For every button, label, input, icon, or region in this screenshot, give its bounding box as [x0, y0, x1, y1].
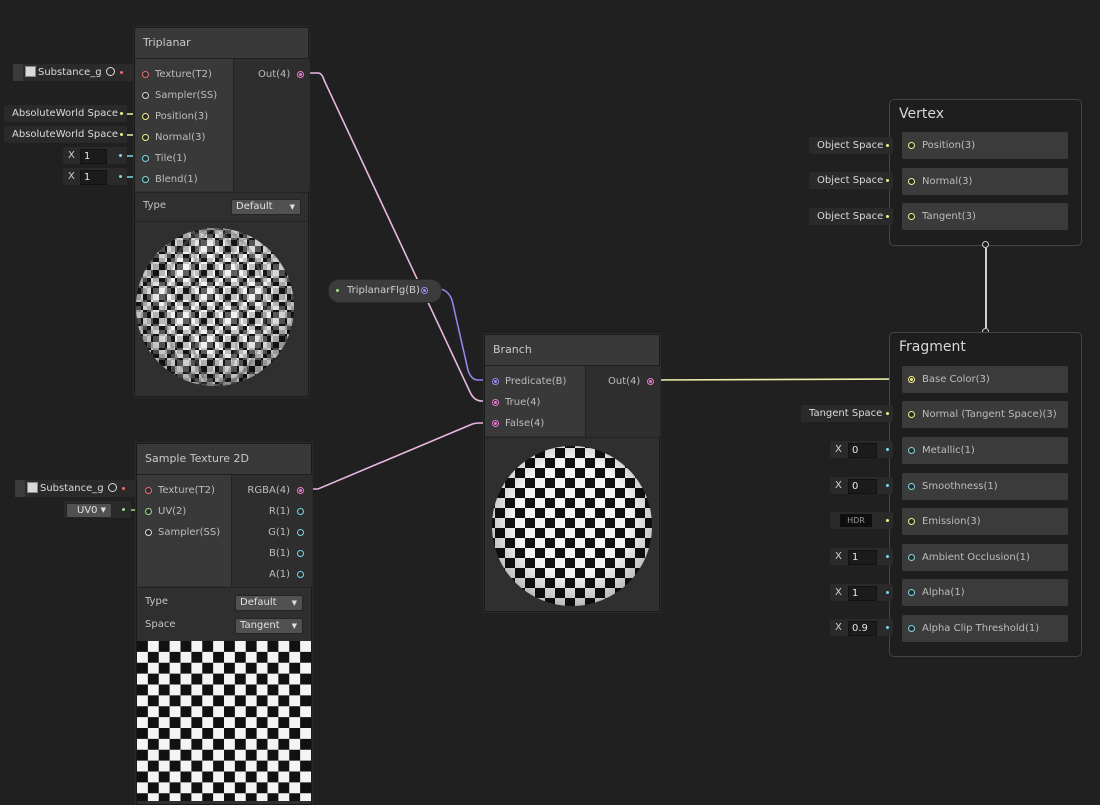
sample-texture-preview	[137, 641, 311, 801]
vertex-slot-tangent[interactable]: Tangent(3)	[902, 203, 1068, 230]
port-position[interactable]: Position(3)	[142, 106, 208, 127]
port-r[interactable]: R(1)	[269, 501, 290, 522]
node-title: Triplanar	[135, 28, 308, 59]
input-ports: Texture(T2) Sampler(SS) Position(3) Norm…	[135, 59, 233, 191]
chevron-down-icon: ▼	[289, 203, 295, 211]
sample-texture-input[interactable]: Substance_g	[15, 480, 135, 497]
triplanar-tile-input[interactable]: X 1	[63, 147, 127, 164]
triplanar-texture-input[interactable]: Substance_g	[13, 64, 133, 81]
fragment-slot-ambient-occlusion[interactable]: Ambient Occlusion(1)	[902, 544, 1068, 571]
vertex-slot-normal[interactable]: Normal(3)	[902, 168, 1068, 195]
smoothness-input[interactable]: X0	[830, 477, 893, 494]
object-picker-icon[interactable]	[107, 482, 117, 492]
port-blend[interactable]: Blend(1)	[142, 169, 198, 190]
branch-node[interactable]: Branch Predicate(B) True(4) False(4) Out…	[484, 334, 660, 612]
alpha-clip-threshold-input[interactable]: X 0.9	[830, 619, 893, 636]
fragment-slot-metallic[interactable]: Metallic(1)	[902, 437, 1068, 464]
hdr-color-swatch[interactable]: HDR	[840, 514, 872, 527]
ambient-occlusion-input[interactable]: X1	[830, 548, 893, 565]
fragment-slot-smoothness[interactable]: Smoothness(1)	[902, 473, 1068, 500]
fragment-normal-space[interactable]: Tangent Space	[801, 405, 893, 422]
sample-uv-input[interactable]: UV0 ▼	[64, 501, 131, 518]
alpha-input[interactable]: X1	[830, 584, 893, 601]
triplanar-normal-input[interactable]: AbsoluteWorld Space	[4, 126, 127, 143]
vertex-slot-position[interactable]: Position(3)	[902, 132, 1068, 159]
port-predicate[interactable]: Predicate(B)	[492, 371, 566, 392]
wire-flag-to-branch-predicate	[428, 288, 492, 381]
port-true[interactable]: True(4)	[492, 392, 540, 413]
fragment-slot-emission[interactable]: Emission(3)	[902, 508, 1068, 535]
port-rgba[interactable]: RGBA(4)	[247, 480, 290, 501]
fragment-slot-base-color[interactable]: Base Color(3)	[902, 366, 1068, 393]
chevron-down-icon: ▼	[100, 506, 106, 514]
port-out[interactable]: Out(4)	[258, 64, 304, 85]
port-g[interactable]: G(1)	[268, 522, 290, 543]
port-uv[interactable]: UV(2)	[145, 501, 186, 522]
fragment-title: Fragment	[899, 339, 966, 355]
type-dropdown[interactable]: Default ▼	[231, 199, 301, 215]
chevron-down-icon: ▼	[291, 622, 297, 630]
fragment-slot-alpha-clip[interactable]: Alpha Clip Threshold(1)	[902, 615, 1068, 642]
space-dropdown[interactable]: Tangent ▼	[235, 618, 303, 634]
fragment-slot-alpha[interactable]: Alpha(1)	[902, 579, 1068, 606]
vertex-title: Vertex	[899, 106, 945, 122]
wire-sample-to-branch-false	[302, 422, 492, 490]
port-false[interactable]: False(4)	[492, 413, 544, 434]
wire-triplanar-to-branch-true	[300, 72, 492, 402]
branch-preview	[485, 438, 659, 610]
vertex-normal-space[interactable]: Object Space	[809, 172, 893, 189]
node-title: Branch	[485, 335, 659, 366]
vertex-fragment-connector	[985, 248, 987, 328]
port-b[interactable]: B(1)	[269, 543, 290, 564]
output-ports: Out(4)	[585, 366, 660, 436]
type-label: Type	[143, 200, 166, 211]
triplanar-preview	[135, 222, 308, 396]
port-sampler[interactable]: Sampler(SS)	[145, 522, 220, 543]
input-ports: Predicate(B) True(4) False(4)	[485, 366, 585, 436]
sample-texture-2d-node[interactable]: Sample Texture 2D Texture(T2) UV(2) Samp…	[136, 443, 312, 805]
output-ports: RGBA(4) R(1) G(1) B(1) A(1)	[231, 475, 312, 586]
fragment-slot-normal[interactable]: Normal (Tangent Space)(3)	[902, 401, 1068, 428]
wire-branch-to-basecolor	[649, 378, 911, 381]
type-label: Type	[145, 596, 168, 607]
output-ports: Out(4)	[233, 59, 309, 191]
chevron-down-icon: ▼	[291, 599, 297, 607]
port-sampler[interactable]: Sampler(SS)	[142, 85, 217, 106]
triplanar-node[interactable]: Triplanar Texture(T2) Sampler(SS) Positi…	[134, 27, 309, 397]
vertex-flow-port[interactable]	[982, 241, 989, 248]
vertex-position-space[interactable]: Object Space	[809, 137, 893, 154]
vertex-context[interactable]: Vertex Position(3) Normal(3) Tangent(3)	[889, 99, 1082, 246]
port-out[interactable]: Out(4)	[608, 371, 654, 392]
object-picker-icon[interactable]	[105, 66, 115, 76]
port-texture[interactable]: Texture(T2)	[145, 480, 215, 501]
metallic-input[interactable]: X0	[830, 441, 893, 458]
uv-dropdown[interactable]: UV0 ▼	[66, 503, 112, 518]
texture-swatch-icon	[25, 65, 36, 77]
port-a[interactable]: A(1)	[269, 564, 290, 585]
texture-swatch-icon	[27, 481, 38, 493]
triplanar-position-input[interactable]: AbsoluteWorld Space	[4, 105, 127, 122]
port-texture[interactable]: Texture(T2)	[142, 64, 212, 85]
port-normal[interactable]: Normal(3)	[142, 127, 205, 148]
type-dropdown[interactable]: Default ▼	[235, 595, 303, 611]
property-output-port[interactable]	[421, 287, 428, 294]
vertex-tangent-space[interactable]: Object Space	[809, 208, 893, 225]
space-label: Space	[145, 619, 176, 630]
triplanar-blend-input[interactable]: X 1	[63, 168, 127, 185]
node-title: Sample Texture 2D	[137, 444, 311, 475]
port-tile[interactable]: Tile(1)	[142, 148, 187, 169]
fragment-context[interactable]: Fragment Base Color(3) Normal (Tangent S…	[889, 332, 1082, 657]
emission-input[interactable]: HDR	[830, 512, 893, 529]
triplanar-flag-property-node[interactable]: TriplanarFlg(B)	[328, 279, 442, 303]
input-ports: Texture(T2) UV(2) Sampler(SS)	[137, 475, 231, 586]
